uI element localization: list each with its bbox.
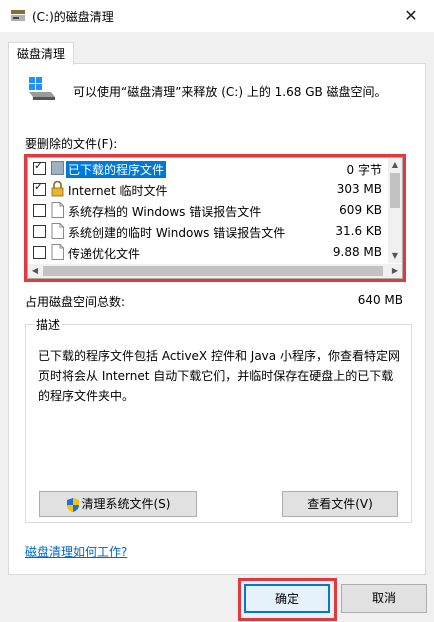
shield-icon <box>66 497 79 512</box>
horizontal-scrollbar[interactable]: ◀ ▶ <box>28 264 402 278</box>
cleanup-system-files-label: 清理系统文件(S) <box>81 497 171 511</box>
item-name: 系统存档的 Windows 错误报告文件 <box>68 205 262 219</box>
file-icon <box>51 202 64 218</box>
scroll-left-icon[interactable]: ◀ <box>28 264 42 278</box>
help-link[interactable]: 磁盘清理如何工作? <box>25 543 127 560</box>
folder-icon <box>51 161 64 175</box>
item-checkbox[interactable] <box>33 246 46 259</box>
file-icon <box>51 223 64 239</box>
item-name: 已下载的程序文件 <box>66 161 167 178</box>
scroll-up-icon[interactable]: ▲ <box>388 158 402 172</box>
files-to-delete-label: 要删除的文件(F): <box>25 137 118 151</box>
cleanup-system-files-button[interactable]: 清理系统文件(S) <box>39 491 197 517</box>
item-size: 609 KB <box>339 203 382 217</box>
list-item[interactable]: 传递优化文件 9.88 MB <box>28 242 390 263</box>
vertical-scroll-thumb[interactable] <box>390 173 400 208</box>
scroll-down-icon[interactable]: ▼ <box>388 249 402 263</box>
list-item[interactable]: Internet 临时文件 303 MB <box>28 179 390 200</box>
file-icon <box>51 244 64 260</box>
close-button[interactable]: ✕ <box>388 0 434 32</box>
scroll-right-icon[interactable]: ▶ <box>388 264 402 278</box>
disk-cleanup-icon <box>11 10 25 21</box>
item-name: 传递优化文件 <box>68 247 141 261</box>
total-space-label: 占用磁盘空间总数: <box>25 295 126 309</box>
close-icon: ✕ <box>404 6 418 25</box>
item-name: Internet 临时文件 <box>68 184 168 198</box>
view-files-button[interactable]: 查看文件(V) <box>282 491 398 517</box>
description-legend: 描述 <box>34 316 63 333</box>
list-item[interactable]: 已下载的程序文件 0 字节 <box>28 158 390 179</box>
item-name: 系统创建的临时 Windows 错误报告文件 <box>68 226 286 240</box>
item-checkbox[interactable] <box>33 159 46 175</box>
item-size: 303 MB <box>336 182 382 196</box>
lock-icon <box>51 181 64 197</box>
item-size: 9.88 MB <box>332 245 382 259</box>
item-checkbox[interactable] <box>33 180 46 196</box>
horizontal-scroll-thumb[interactable] <box>43 266 383 276</box>
drive-icon <box>29 77 55 100</box>
item-checkbox[interactable] <box>33 225 46 238</box>
ok-button[interactable]: 确定 <box>244 584 330 613</box>
main-panel: 可以使用“磁盘清理”来释放 (C:) 上的 1.68 GB 磁盘空间。 要删除的… <box>8 63 426 575</box>
list-item[interactable]: 系统存档的 Windows 错误报告文件 609 KB <box>28 200 390 221</box>
total-space-value: 640 MB <box>357 293 403 307</box>
item-checkbox[interactable] <box>33 204 46 217</box>
item-size: 0 字节 <box>346 163 382 177</box>
vertical-scrollbar[interactable]: ▲ ▼ <box>388 158 402 263</box>
window-title: (C:)的磁盘清理 <box>32 10 114 24</box>
item-size: 31.6 KB <box>335 224 382 238</box>
file-list[interactable]: 已下载的程序文件 0 字节 Internet 临时文件 303 MB 系统存档的 Win… <box>27 157 403 279</box>
header-text: 可以使用“磁盘清理”来释放 (C:) 上的 1.68 GB 磁盘空间。 <box>73 85 387 99</box>
title-bar: (C:)的磁盘清理 ✕ <box>0 0 434 32</box>
tab-disk-cleanup[interactable]: 磁盘清理 <box>8 42 74 65</box>
list-item[interactable]: 系统创建的临时 Windows 错误报告文件 31.6 KB <box>28 221 390 242</box>
description-text: 已下载的程序文件包括 ActiveX 控件和 Java 小程序，你查看特定网页时… <box>38 349 400 403</box>
cancel-button[interactable]: 取消 <box>341 584 427 613</box>
